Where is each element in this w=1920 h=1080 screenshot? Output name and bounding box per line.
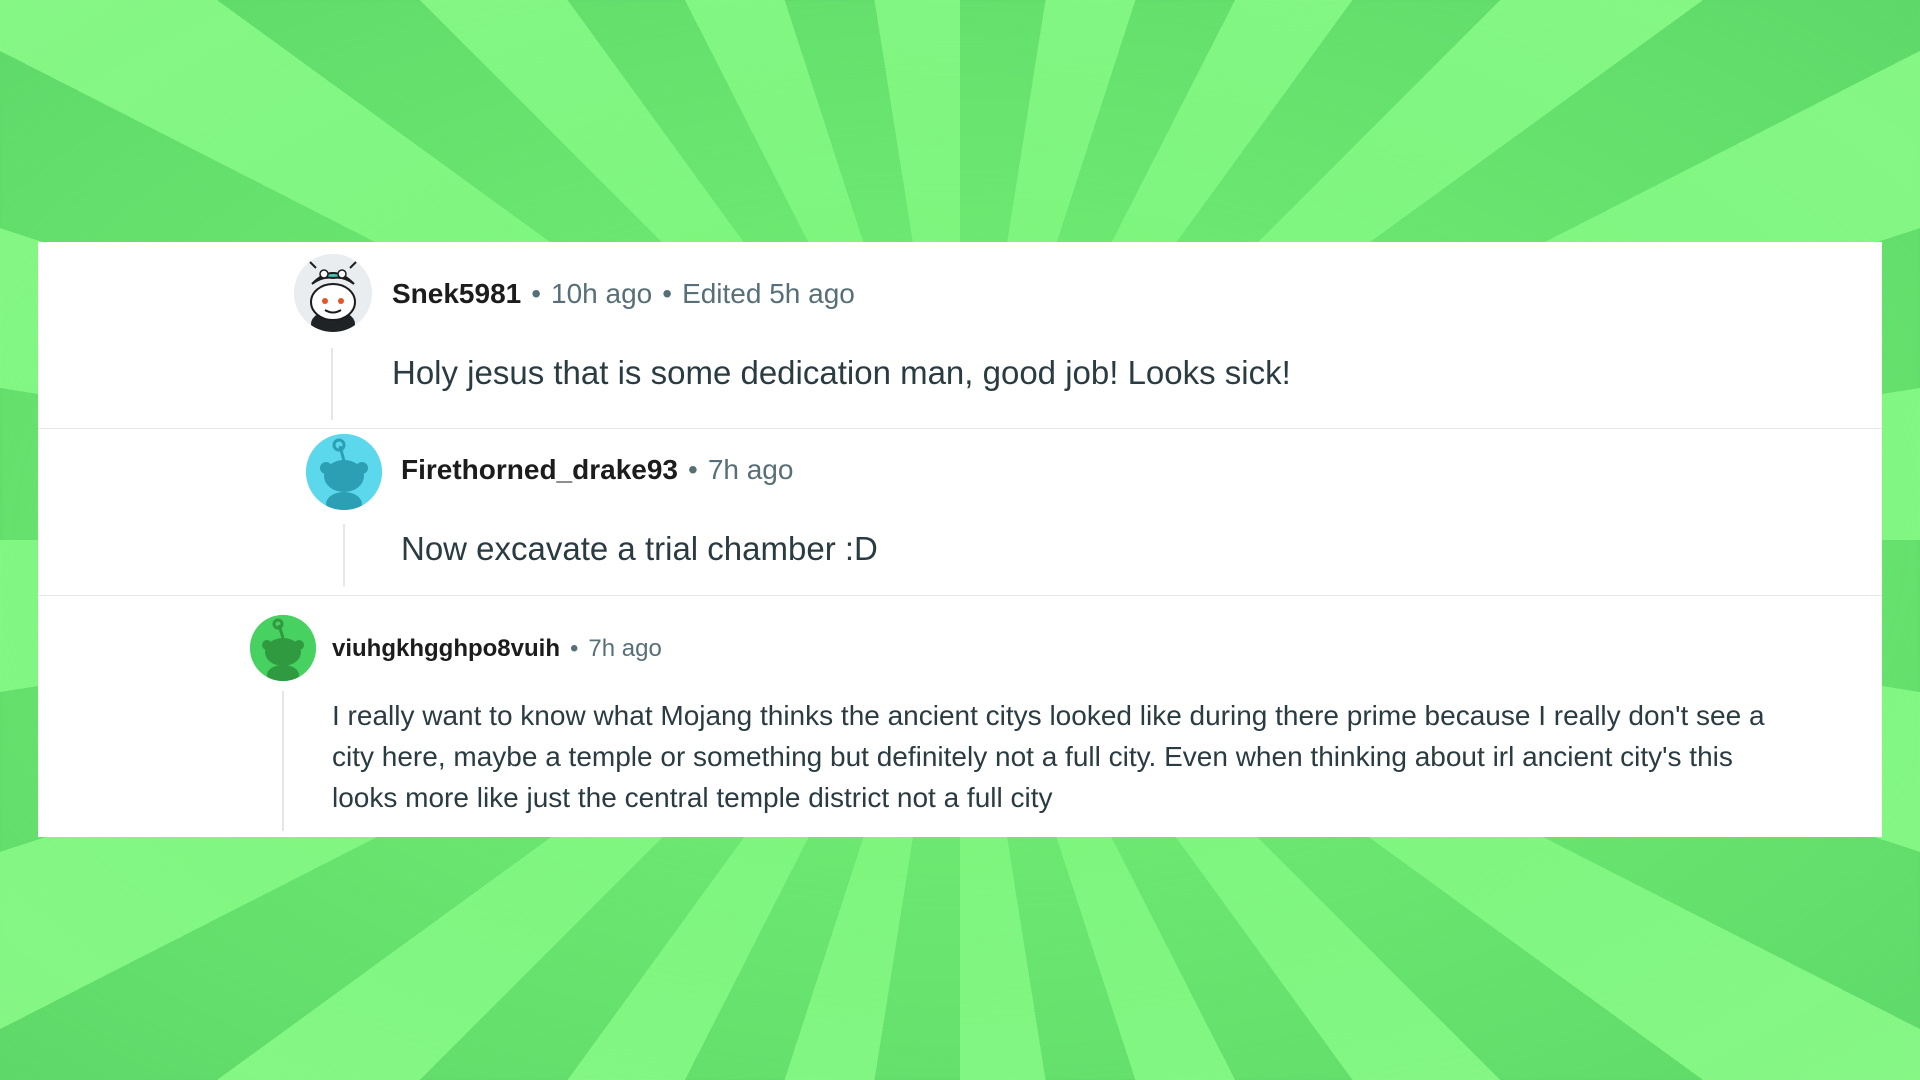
separator-dot: • bbox=[531, 278, 542, 309]
timestamp: 10h ago bbox=[551, 278, 653, 309]
separator-dot: • bbox=[662, 278, 673, 309]
username-link[interactable]: viuhgkhgghpo8vuih bbox=[332, 635, 560, 662]
user-avatar[interactable] bbox=[250, 615, 316, 681]
username-link[interactable]: Snek5981 bbox=[392, 278, 521, 309]
separator-dot: • bbox=[570, 635, 579, 662]
comment-meta: viuhgkhgghpo8vuih • 7h ago bbox=[332, 635, 662, 663]
comments-panel: Snek5981 • 10h ago • Edited 5h ago Holy jesu… bbox=[38, 242, 1882, 837]
comment-meta: Firethorned_drake93 • 7h ago bbox=[401, 454, 793, 486]
user-avatar[interactable] bbox=[306, 434, 382, 510]
timestamp: 7h ago bbox=[588, 635, 662, 662]
timestamp: 7h ago bbox=[707, 454, 794, 485]
comment-text: Holy jesus that is some dedication man, … bbox=[392, 354, 1291, 391]
comment-meta: Snek5981 • 10h ago • Edited 5h ago bbox=[392, 278, 855, 310]
comment-text: Now excavate a trial chamber :D bbox=[401, 530, 878, 567]
thread-line[interactable] bbox=[343, 524, 345, 586]
comment: viuhgkhgghpo8vuih • 7h ago I really want t… bbox=[38, 595, 1882, 837]
snoo-avatar-icon bbox=[250, 615, 316, 681]
comment-text: I really want to know what Mojang thinks… bbox=[332, 700, 1765, 813]
snoo-avatar-icon bbox=[306, 434, 382, 510]
comment: Firethorned_drake93 • 7h ago Now excavate … bbox=[38, 428, 1882, 596]
comment: Snek5981 • 10h ago • Edited 5h ago Holy jesu… bbox=[38, 242, 1882, 429]
user-avatar[interactable] bbox=[294, 254, 372, 332]
edited-label: Edited 5h ago bbox=[682, 278, 855, 309]
thread-line[interactable] bbox=[282, 691, 284, 831]
separator-dot: • bbox=[688, 454, 698, 485]
thread-line[interactable] bbox=[331, 348, 333, 420]
username-link[interactable]: Firethorned_drake93 bbox=[401, 454, 678, 485]
snoo-avatar-icon bbox=[294, 254, 372, 332]
